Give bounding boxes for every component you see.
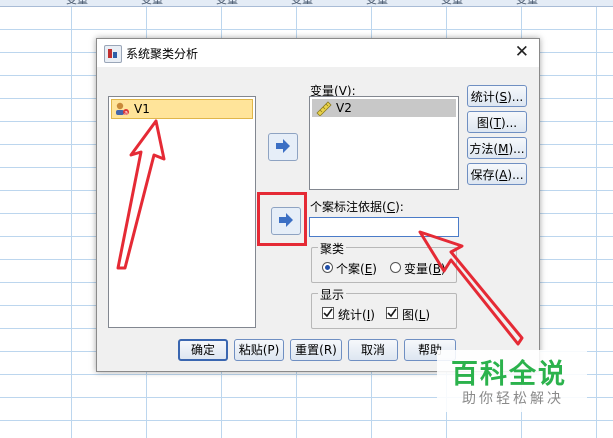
column-header-label: 变量 (366, 0, 388, 7)
variable-name: V1 (134, 102, 150, 116)
cluster-cases-label: 个案(E) (336, 262, 377, 276)
cluster-variables-radio[interactable] (390, 262, 401, 273)
list-item[interactable]: V2 (312, 99, 456, 117)
column-header-label: 变量 (66, 0, 88, 7)
dialog-title: 系统聚类分析 (126, 47, 199, 61)
cluster-variables-label: 变量(B) (404, 262, 446, 276)
cancel-button[interactable]: 取消 (348, 339, 398, 361)
move-to-variables-button[interactable] (268, 133, 298, 161)
display-groupbox: 显示 统计(I) 图(L) (311, 286, 457, 329)
column-header-label: 变量 (441, 0, 463, 7)
paste-button[interactable]: 粘贴(P) (234, 339, 284, 361)
display-plots-label: 图(L) (402, 308, 431, 322)
column-header-label: 变量 (216, 0, 238, 7)
display-statistics-checkbox[interactable] (322, 307, 334, 319)
display-group-title: 显示 (318, 286, 347, 303)
case-label-field[interactable] (309, 217, 459, 237)
column-header-label: 变量 (291, 0, 313, 7)
dialog-titlebar: 系统聚类分析 ✕ (97, 39, 539, 67)
method-button[interactable]: 方法(M)... (467, 137, 527, 159)
display-plots-checkbox[interactable] (386, 307, 398, 319)
statistics-button[interactable]: 统计(S)... (467, 85, 527, 107)
nominal-variable-icon: a (116, 102, 129, 117)
checkmark-icon (387, 308, 397, 318)
cluster-groupbox: 聚类 个案(E) 变量(B) (311, 240, 457, 283)
spreadsheet-column-header: 变量 变量 变量 变量 变量 变量 变量 (0, 0, 613, 7)
display-statistics-label: 统计(I) (338, 308, 375, 322)
highlight-frame (257, 192, 307, 246)
source-variable-list[interactable]: a V1 (108, 96, 256, 328)
watermark-subtitle: 助你轻松解决 (462, 391, 564, 407)
hierarchical-cluster-dialog: 系统聚类分析 ✕ a V1 变量(V): V2 统计(S)... 图(T)...… (96, 38, 540, 372)
list-item[interactable]: a V1 (111, 99, 253, 119)
ok-button[interactable]: 确定 (178, 339, 228, 361)
watermark: 百科全说 助你轻松解决 (437, 350, 587, 412)
spss-app-icon (104, 45, 122, 63)
close-icon[interactable]: ✕ (515, 42, 529, 62)
column-header-label: 变量 (516, 0, 538, 7)
watermark-title: 百科全说 (451, 359, 567, 390)
column-header-label: 变量 (141, 0, 163, 7)
plots-button[interactable]: 图(T)... (467, 111, 527, 133)
case-label-label: 个案标注依据(C): (310, 200, 404, 214)
save-button[interactable]: 保存(A)... (467, 163, 527, 185)
checkmark-icon (323, 308, 333, 318)
variable-name: V2 (336, 101, 352, 115)
variables-list[interactable]: V2 (309, 96, 459, 190)
svg-text:a: a (124, 110, 128, 117)
cluster-group-title: 聚类 (318, 240, 347, 257)
reset-button[interactable]: 重置(R) (290, 339, 342, 361)
scale-variable-icon (316, 101, 332, 116)
arrow-right-icon (276, 139, 290, 153)
cluster-cases-radio[interactable] (322, 262, 333, 273)
